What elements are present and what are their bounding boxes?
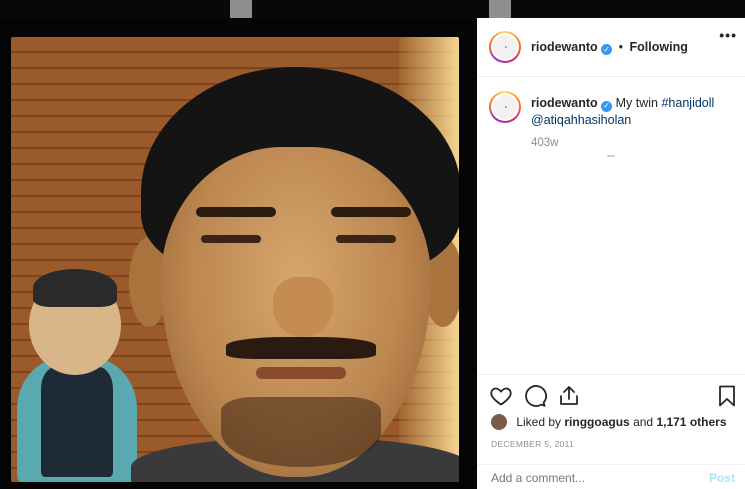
person-nose (273, 277, 333, 337)
avatar[interactable]: ◔ (489, 91, 521, 123)
comment-icon[interactable] (523, 384, 547, 408)
mention-link[interactable]: @atiqahhasiholan (531, 113, 631, 127)
person-eye (201, 235, 261, 243)
comment-divider (477, 464, 745, 465)
hashtag-link[interactable]: #hanjidoll (661, 96, 714, 110)
post-header: ◔ riodewanto ✓ • Following (489, 31, 741, 63)
likes-and: and (633, 415, 654, 429)
header-divider (477, 76, 745, 77)
liker-avatar[interactable] (491, 414, 507, 430)
likes-others-link[interactable]: 1,171 others (656, 415, 726, 429)
caption-timestamp[interactable]: 403w (531, 137, 559, 149)
post-side-panel: ◔ riodewanto ✓ • Following ••• ◔ riodewa… (477, 18, 745, 489)
top-strip-tab (230, 0, 252, 18)
doll-robe (41, 367, 113, 477)
person-brow (331, 207, 411, 217)
post-date[interactable]: DECEMBER 5, 2011 (491, 439, 574, 449)
more-horizontal-icon[interactable]: ••• (719, 27, 737, 43)
post-photo[interactable] (11, 37, 459, 482)
browser-top-strip (0, 0, 745, 18)
comment-row: Post (477, 466, 745, 489)
caption-body: My twin (615, 96, 662, 110)
verified-icon: ✓ (601, 44, 613, 55)
person-mouth (256, 367, 346, 379)
action-bar (489, 384, 741, 412)
doll-hair (33, 269, 117, 307)
caption-text: riodewanto ✓ My twin #hanjidoll @atiqahh… (531, 95, 731, 128)
verified-icon: ✓ (601, 100, 613, 112)
header-username[interactable]: riodewanto (531, 40, 598, 54)
liked-by-label: Liked by (516, 415, 562, 429)
heart-icon[interactable] (489, 384, 513, 408)
following-button[interactable]: Following (630, 40, 688, 54)
bookmark-icon[interactable] (715, 384, 739, 408)
avatar[interactable]: ◔ (489, 31, 521, 63)
actions-divider (477, 374, 745, 375)
comment-input[interactable] (491, 471, 691, 485)
avatar-placeholder-icon: ◔ (493, 35, 517, 59)
share-icon[interactable] (557, 384, 581, 408)
avatar-placeholder-icon: ◔ (493, 95, 517, 119)
person-eye (336, 235, 396, 243)
top-strip-tab (489, 0, 511, 18)
likes-summary: Liked by ringgoagus and 1,171 others (491, 414, 727, 432)
loading-indicator (607, 155, 615, 157)
person-moustache (226, 337, 376, 359)
person-beard (221, 397, 381, 467)
caption-username[interactable]: riodewanto (531, 96, 598, 110)
person-brow (196, 207, 276, 217)
post-comment-button[interactable]: Post (709, 471, 735, 485)
liker-username[interactable]: ringgoagus (564, 415, 629, 429)
separator-dot: • (618, 40, 624, 54)
header-name-line: riodewanto ✓ • Following (531, 40, 688, 55)
